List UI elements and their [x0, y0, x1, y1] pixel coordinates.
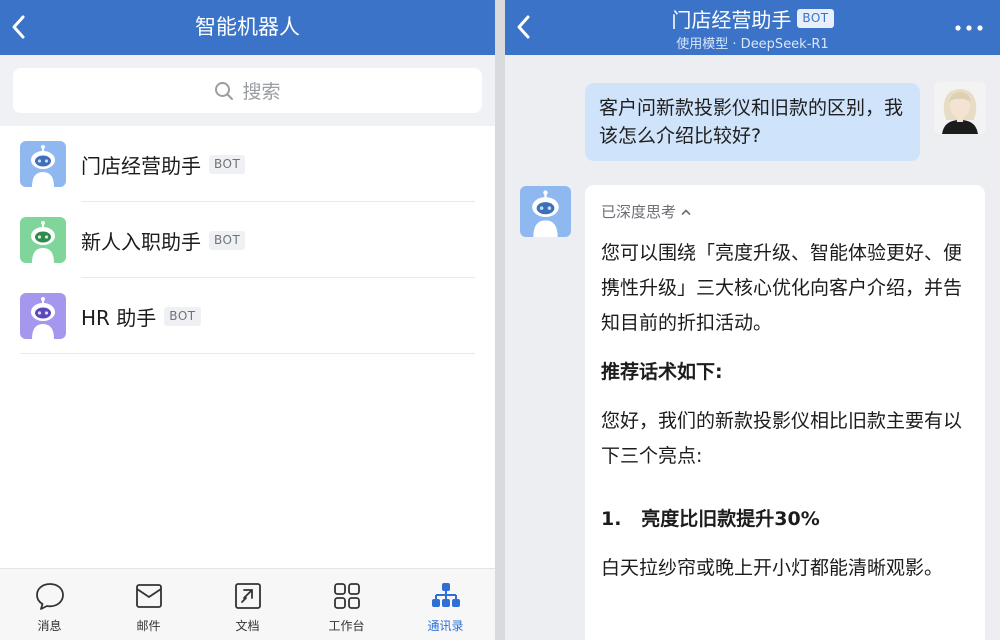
user-portrait-icon: [934, 82, 986, 134]
tab-workbench[interactable]: 工作台: [297, 569, 396, 640]
bot-badge: BOT: [209, 231, 246, 250]
bot-item-store-assistant[interactable]: 门店经营助手 BOT: [0, 126, 495, 202]
robot-avatar-icon: [520, 186, 571, 237]
chat-panel: 门店经营助手 BOT 使用模型 · DeepSeek-R1 客户问新款投影仪和旧…: [505, 0, 1000, 640]
bot-item-onboarding-assistant[interactable]: 新人入职助手 BOT: [0, 202, 495, 278]
grid-icon: [333, 583, 360, 609]
reply-paragraph: 您可以围绕「亮度升级、智能体验更好、便携性升级」三大核心优化向客户介绍，并告知目…: [601, 242, 963, 334]
org-chart-icon: [431, 583, 460, 607]
chat-title: 门店经营助手 BOT: [505, 4, 1000, 33]
panel-divider: [495, 0, 505, 640]
bot-item-hr-assistant[interactable]: HR 助手 BOT: [0, 278, 495, 354]
bot-list: 门店经营助手 BOT 新人入职助手 BOT HR 助手 BOT: [0, 126, 495, 354]
robot-avatar-icon: [20, 141, 66, 187]
bot-name: 门店经营助手 BOT: [81, 150, 246, 179]
tab-contacts[interactable]: 通讯录: [396, 569, 495, 640]
bot-reply-bubble: 已深度思考 您可以围绕「亮度升级、智能体验更好、便携性升级」三大核心优化向客户介…: [585, 185, 985, 640]
reply-paragraph: 您好，我们的新款投影仪相比旧款主要有以下三个亮点:: [601, 410, 963, 467]
bot-name: 新人入职助手 BOT: [81, 226, 246, 255]
tab-label: 文档: [235, 619, 260, 633]
thinking-toggle[interactable]: 已深度思考: [601, 201, 969, 222]
tab-documents[interactable]: 文档: [198, 569, 297, 640]
bot-avatar: [520, 186, 571, 237]
chat-header: 门店经营助手 BOT 使用模型 · DeepSeek-R1: [505, 0, 1000, 55]
model-subtitle: 使用模型 · DeepSeek-R1: [676, 37, 829, 52]
tab-mail[interactable]: 邮件: [99, 569, 198, 640]
mail-icon: [135, 584, 162, 608]
chat-bubble-icon: [35, 583, 64, 610]
tab-label: 消息: [37, 619, 62, 633]
tab-messages[interactable]: 消息: [0, 569, 99, 640]
bot-badge: BOT: [164, 307, 201, 326]
chevron-up-icon: [681, 209, 691, 215]
tab-label: 通讯录: [427, 619, 464, 633]
document-icon: [234, 583, 261, 609]
user-message-bubble: 客户问新款投影仪和旧款的区别，我该怎么介绍比较好?: [585, 83, 920, 161]
top-bar: 智能机器人: [0, 0, 495, 55]
search-placeholder: 搜索: [242, 81, 281, 103]
thinking-label: 已深度思考: [601, 203, 677, 221]
reply-heading: 推荐话术如下:: [601, 361, 723, 383]
tab-label: 工作台: [328, 619, 365, 633]
contacts-panel: 智能机器人 搜索 门店经营助手 BOT 新人入职助手 BOT HR 助手 BOT…: [0, 0, 495, 640]
robot-avatar-icon: [20, 293, 66, 339]
bot-name-text: HR 助手: [81, 306, 157, 330]
user-avatar[interactable]: [934, 82, 986, 134]
more-dots-icon: [955, 25, 983, 31]
bot-name-text: 新人入职助手: [81, 230, 201, 254]
more-options-button[interactable]: [952, 16, 986, 40]
bot-name: HR 助手 BOT: [81, 302, 201, 331]
bot-badge: BOT: [209, 155, 246, 174]
page-title: 智能机器人: [195, 15, 300, 39]
reply-point-body: 白天拉纱帘或晚上开小灯都能清晰观影。: [601, 557, 944, 579]
bot-name-text: 门店经营助手: [81, 154, 201, 178]
chat-title-text: 门店经营助手: [671, 8, 792, 32]
bot-badge: BOT: [797, 9, 834, 28]
robot-avatar-icon: [20, 217, 66, 263]
search-input[interactable]: 搜索: [13, 68, 482, 113]
divider: [20, 353, 475, 354]
bottom-tab-bar: 消息 邮件 文档 工作台 通讯录: [0, 568, 495, 640]
reply-point-title: 1. 亮度比旧款提升30%: [601, 508, 820, 530]
search-area: 搜索: [0, 55, 495, 126]
tab-label: 邮件: [136, 619, 161, 633]
search-icon: [214, 81, 234, 101]
